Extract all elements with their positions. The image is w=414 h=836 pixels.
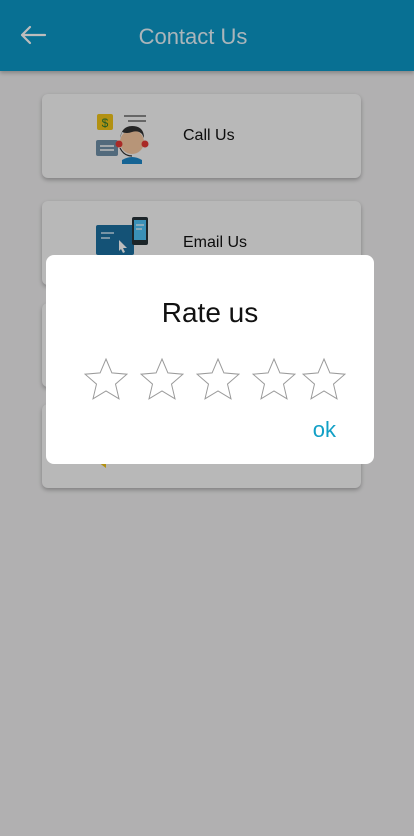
star-5-icon[interactable] <box>302 357 346 401</box>
dialog-title: Rate us <box>161 297 259 328</box>
star-2-icon[interactable] <box>140 357 184 401</box>
star-3-icon[interactable] <box>196 357 240 401</box>
ok-button[interactable]: ok <box>313 417 336 443</box>
rate-us-dialog: Rate us ok <box>46 255 374 464</box>
star-1-icon[interactable] <box>84 357 128 401</box>
star-4-icon[interactable] <box>252 357 296 401</box>
star-rating[interactable] <box>84 357 350 401</box>
